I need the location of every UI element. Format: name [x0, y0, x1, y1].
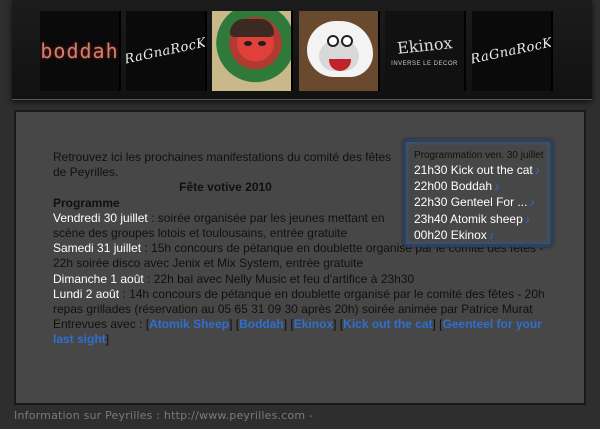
day-description: 22h bal avec Nelly Music et feu d'artifi… — [153, 271, 415, 286]
day-name: Vendredi 30 juillet — [53, 210, 148, 225]
page-title: Fête votive 2010 — [179, 180, 272, 195]
main-panel: Retrouvez ici les prochaines manifestati… — [14, 110, 586, 405]
program-time: 00h20 — [414, 227, 448, 242]
program-row: 22h30 Genteel For ... ♪ — [414, 195, 550, 211]
program-box: Programmation ven. 30 juillet 21h30 Kick… — [403, 139, 553, 247]
ekinox-image[interactable]: Ekinox INVERSE LE DECOR — [385, 11, 466, 91]
sheep-eye — [327, 35, 339, 47]
boddah-logo-text: boddah — [40, 39, 119, 63]
intro-text: Retrouvez ici les prochaines manifestati… — [53, 150, 392, 180]
music-note-icon: ♪ — [488, 229, 495, 242]
painting-hair — [230, 19, 274, 37]
program-row: 22h00 Boddah ♪ — [414, 179, 550, 195]
day-separator: : — [143, 271, 154, 286]
day-entry: Vendredi 30 juillet : soirée organisée p… — [53, 211, 398, 241]
program-time: 21h30 — [414, 163, 448, 177]
day-entry: Dimanche 1 août : 22h bal avec Nelly Mus… — [53, 272, 553, 287]
ragnarock-logo-image[interactable]: RaGnaRocK — [126, 11, 207, 91]
day-name: Lundi 2 août — [53, 286, 120, 301]
program-row: 21h30 Kick out the cat ♪ — [414, 163, 550, 179]
music-note-icon: ♪ — [524, 213, 531, 226]
interviews-links: Entrevues avec : [Atomik Sheep] [Boddah]… — [53, 317, 542, 347]
ragnarock-logo-text-2: RaGnaRocK — [472, 34, 553, 68]
painting-image[interactable] — [212, 11, 293, 91]
link-kick-out-the-cat[interactable]: Kick out the cat — [343, 317, 432, 331]
painting-eye — [258, 41, 266, 46]
atomik-sheep-image[interactable] — [299, 11, 380, 91]
link-boddah[interactable]: Boddah — [239, 317, 284, 331]
link-atomik-sheep[interactable]: Atomik Sheep — [149, 317, 229, 331]
program-row: 23h40 Atomik sheep ♪ — [414, 212, 550, 228]
program-band: Boddah — [450, 179, 493, 194]
ekinox-logo-text: Ekinox — [395, 32, 454, 58]
day-separator: : — [119, 286, 130, 301]
ragnarock-logo-text: RaGnaRocK — [126, 34, 207, 68]
boddah-logo-image[interactable]: boddah — [40, 11, 121, 91]
program-band: Ekinox — [450, 227, 487, 242]
ekinox-subtitle: INVERSE LE DECOR — [391, 60, 458, 67]
day-separator: : — [141, 241, 152, 256]
program-band: Atomik sheep — [450, 211, 523, 226]
program-time: 23h40 — [414, 211, 448, 226]
music-note-icon: ♪ — [534, 165, 541, 177]
program-row: 00h20 Ekinox ♪ — [414, 228, 550, 244]
ragnarock-logo-image-2[interactable]: RaGnaRocK — [472, 11, 553, 91]
link-ekinox[interactable]: Ekinox — [294, 317, 333, 331]
program-band: Genteel For ... — [450, 195, 528, 210]
painting-eye — [244, 41, 252, 46]
music-note-icon: ♪ — [494, 181, 500, 194]
banner-strip: boddah RaGnaRocK Ekinox INVERSE LE DECOR… — [12, 0, 592, 100]
day-separator: : — [147, 210, 158, 225]
sheep-eye — [341, 35, 353, 47]
day-entry: Lundi 2 août : 14h concours de pétanque … — [53, 287, 553, 317]
program-box-heading: Programmation ven. 30 juillet — [414, 150, 544, 161]
page: boddah RaGnaRocK Ekinox INVERSE LE DECOR… — [0, 0, 600, 429]
music-note-icon: ♪ — [529, 197, 535, 210]
program-band: Kick out the cat — [450, 163, 533, 177]
interviews-label: Entrevues avec : — [53, 317, 146, 332]
program-time: 22h00 — [414, 179, 448, 194]
day-name: Dimanche 1 août — [53, 271, 144, 286]
footer-text: Information sur Peyrilles : http://www.p… — [14, 409, 314, 422]
program-time: 22h30 — [414, 195, 448, 210]
day-name: Samedi 31 juillet — [53, 241, 142, 256]
